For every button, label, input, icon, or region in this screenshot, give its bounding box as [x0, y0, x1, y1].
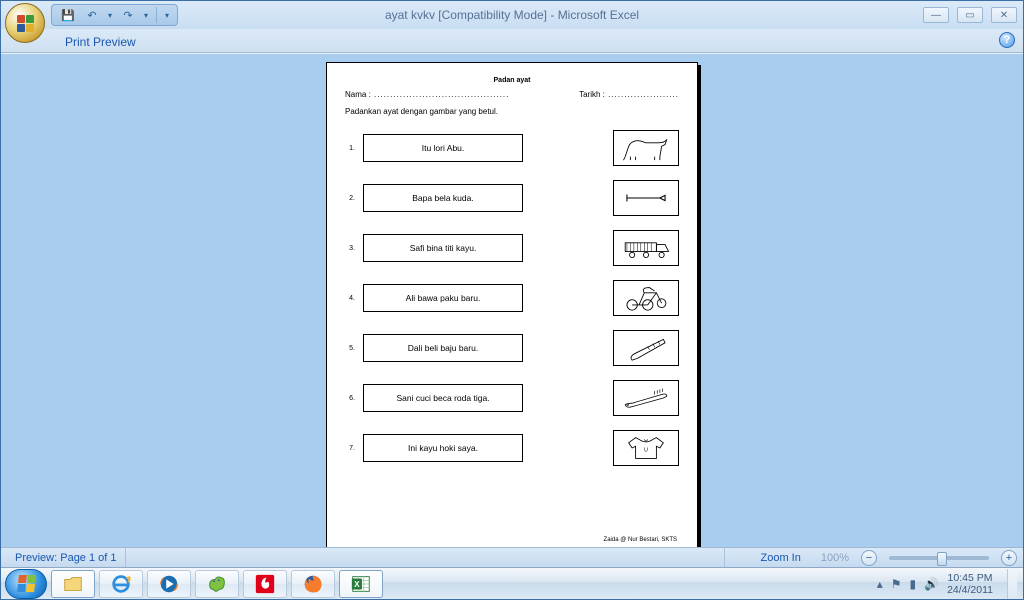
- list-item: 1. Itu lori Abu.: [345, 130, 679, 166]
- nama-label: Nama :: [345, 90, 371, 99]
- tray-volume-icon[interactable]: 🔊: [924, 577, 939, 591]
- help-icon[interactable]: ?: [999, 32, 1015, 48]
- picture-lorry: [613, 230, 679, 266]
- minimize-button[interactable]: —: [923, 7, 949, 23]
- picture-trishaw: [613, 280, 679, 316]
- start-button[interactable]: [5, 569, 47, 599]
- horse-icon: [620, 134, 672, 162]
- status-bar: Preview: Page 1 of 1 Zoom In 100% − +: [1, 547, 1023, 567]
- excel-icon: X: [350, 573, 372, 595]
- zoom-in-plus-button[interactable]: +: [1001, 550, 1017, 566]
- tray-action-center-icon[interactable]: ⚑: [891, 577, 902, 591]
- taskbar-explorer[interactable]: [51, 570, 95, 598]
- office-button[interactable]: [5, 3, 45, 43]
- redo-icon[interactable]: ↷: [120, 7, 136, 23]
- svg-text:U: U: [644, 447, 648, 453]
- hockey-stick-icon: [620, 334, 672, 362]
- picture-toothbrush: [613, 380, 679, 416]
- zoom-in-button[interactable]: Zoom In: [753, 552, 809, 564]
- taskbar-ie[interactable]: [99, 570, 143, 598]
- maximize-button[interactable]: ▭: [957, 7, 983, 23]
- worksheet-instruction: Padankan ayat dengan gambar yang betul.: [345, 107, 679, 116]
- worksheet-credit: Zaida @ Nur Bestari, SKTS: [604, 537, 677, 543]
- sentence-box: Bapa bela kuda.: [363, 184, 523, 212]
- toothbrush-icon: [620, 384, 672, 412]
- zoom-out-button[interactable]: −: [861, 550, 877, 566]
- save-icon[interactable]: 💾: [60, 7, 76, 23]
- tray-date: 24/4/2011: [947, 584, 993, 596]
- excel-window: 💾 ↶ ▾ ↷ ▾ ▾ ayat kvkv [Compatibility Mod…: [0, 0, 1024, 600]
- list-item: 2. Bapa bela kuda.: [345, 180, 679, 216]
- undo-dropdown-icon[interactable]: ▾: [108, 11, 112, 20]
- print-preview-area[interactable]: Padan ayat Nama : ......................…: [1, 53, 1023, 547]
- firefox-icon: [302, 573, 324, 595]
- svg-text:X: X: [354, 579, 360, 588]
- show-desktop-button[interactable]: [1007, 569, 1017, 599]
- list-item: 5. Dali beli baju baru.: [345, 330, 679, 366]
- lorry-icon: [620, 234, 672, 262]
- title-bar: 💾 ↶ ▾ ↷ ▾ ▾ ayat kvkv [Compatibility Mod…: [1, 1, 1023, 29]
- shirt-icon: U: [620, 434, 672, 462]
- taskbar-firefox[interactable]: [291, 570, 335, 598]
- tray-chevron-icon[interactable]: ▴: [877, 577, 883, 591]
- worksheet-header: Nama : .................................…: [345, 90, 679, 99]
- worksheet-title: Padan ayat: [345, 77, 679, 84]
- tray-network-icon[interactable]: ▮: [910, 577, 917, 591]
- redo-dropdown-icon[interactable]: ▾: [144, 11, 148, 20]
- worksheet-rows: 1. Itu lori Abu. 2. Bapa bela kuda.: [345, 130, 679, 466]
- sentence-box: Sani cuci beca roda tiga.: [363, 384, 523, 412]
- sentence-box: Itu lori Abu.: [363, 134, 523, 162]
- taskbar-wmp[interactable]: [147, 570, 191, 598]
- nail-icon: [620, 184, 672, 212]
- list-item: 4. Ali bawa paku baru.: [345, 280, 679, 316]
- sentence-box: Ini kayu hoki saya.: [363, 434, 523, 462]
- explorer-icon: [62, 573, 84, 595]
- qat-separator: [156, 7, 157, 23]
- trishaw-icon: [620, 284, 672, 312]
- document-name: ayat kvkv [Compatibility Mode]: [385, 8, 547, 22]
- wmp-icon: [158, 573, 180, 595]
- zoom-percent: 100%: [815, 552, 855, 564]
- worksheet-page: Padan ayat Nama : ......................…: [326, 62, 698, 547]
- tab-print-preview[interactable]: Print Preview: [55, 32, 146, 52]
- picture-hockey-stick: [613, 330, 679, 366]
- msn-icon: [206, 573, 228, 595]
- qat-customize-icon[interactable]: ▾: [165, 11, 169, 20]
- list-item: 3. Safi bina titi kayu.: [345, 230, 679, 266]
- taskbar-msn[interactable]: [195, 570, 239, 598]
- list-item: 7. Ini kayu hoki saya. U: [345, 430, 679, 466]
- sentence-box: Safi bina titi kayu.: [363, 234, 523, 262]
- vodafone-icon: [254, 573, 276, 595]
- tray-clock[interactable]: 10:45 PM 24/4/2011: [947, 572, 993, 596]
- quick-access-toolbar: 💾 ↶ ▾ ↷ ▾ ▾: [51, 4, 178, 26]
- list-item: 6. Sani cuci beca roda tiga.: [345, 380, 679, 416]
- close-button[interactable]: ✕: [991, 7, 1017, 23]
- picture-shirt: U: [613, 430, 679, 466]
- taskbar-vodafone[interactable]: [243, 570, 287, 598]
- tray-time: 10:45 PM: [947, 572, 993, 584]
- ie-icon: [110, 573, 132, 595]
- sentence-box: Ali bawa paku baru.: [363, 284, 523, 312]
- app-name: Microsoft Excel: [558, 8, 639, 22]
- tarikh-label: Tarikh :: [579, 90, 605, 99]
- sentence-box: Dali beli baju baru.: [363, 334, 523, 362]
- system-tray: ▴ ⚑ ▮ 🔊 10:45 PM 24/4/2011: [877, 569, 1019, 599]
- picture-nail: [613, 180, 679, 216]
- taskbar-excel[interactable]: X: [339, 570, 383, 598]
- zoom-slider[interactable]: [889, 556, 989, 560]
- status-preview: Preview: Page 1 of 1: [7, 548, 126, 567]
- picture-horse: [613, 130, 679, 166]
- undo-icon[interactable]: ↶: [84, 7, 100, 23]
- taskbar: X ▴ ⚑ ▮ 🔊 10:45 PM 24/4/2011: [1, 567, 1023, 599]
- ribbon: Print Preview ?: [1, 29, 1023, 53]
